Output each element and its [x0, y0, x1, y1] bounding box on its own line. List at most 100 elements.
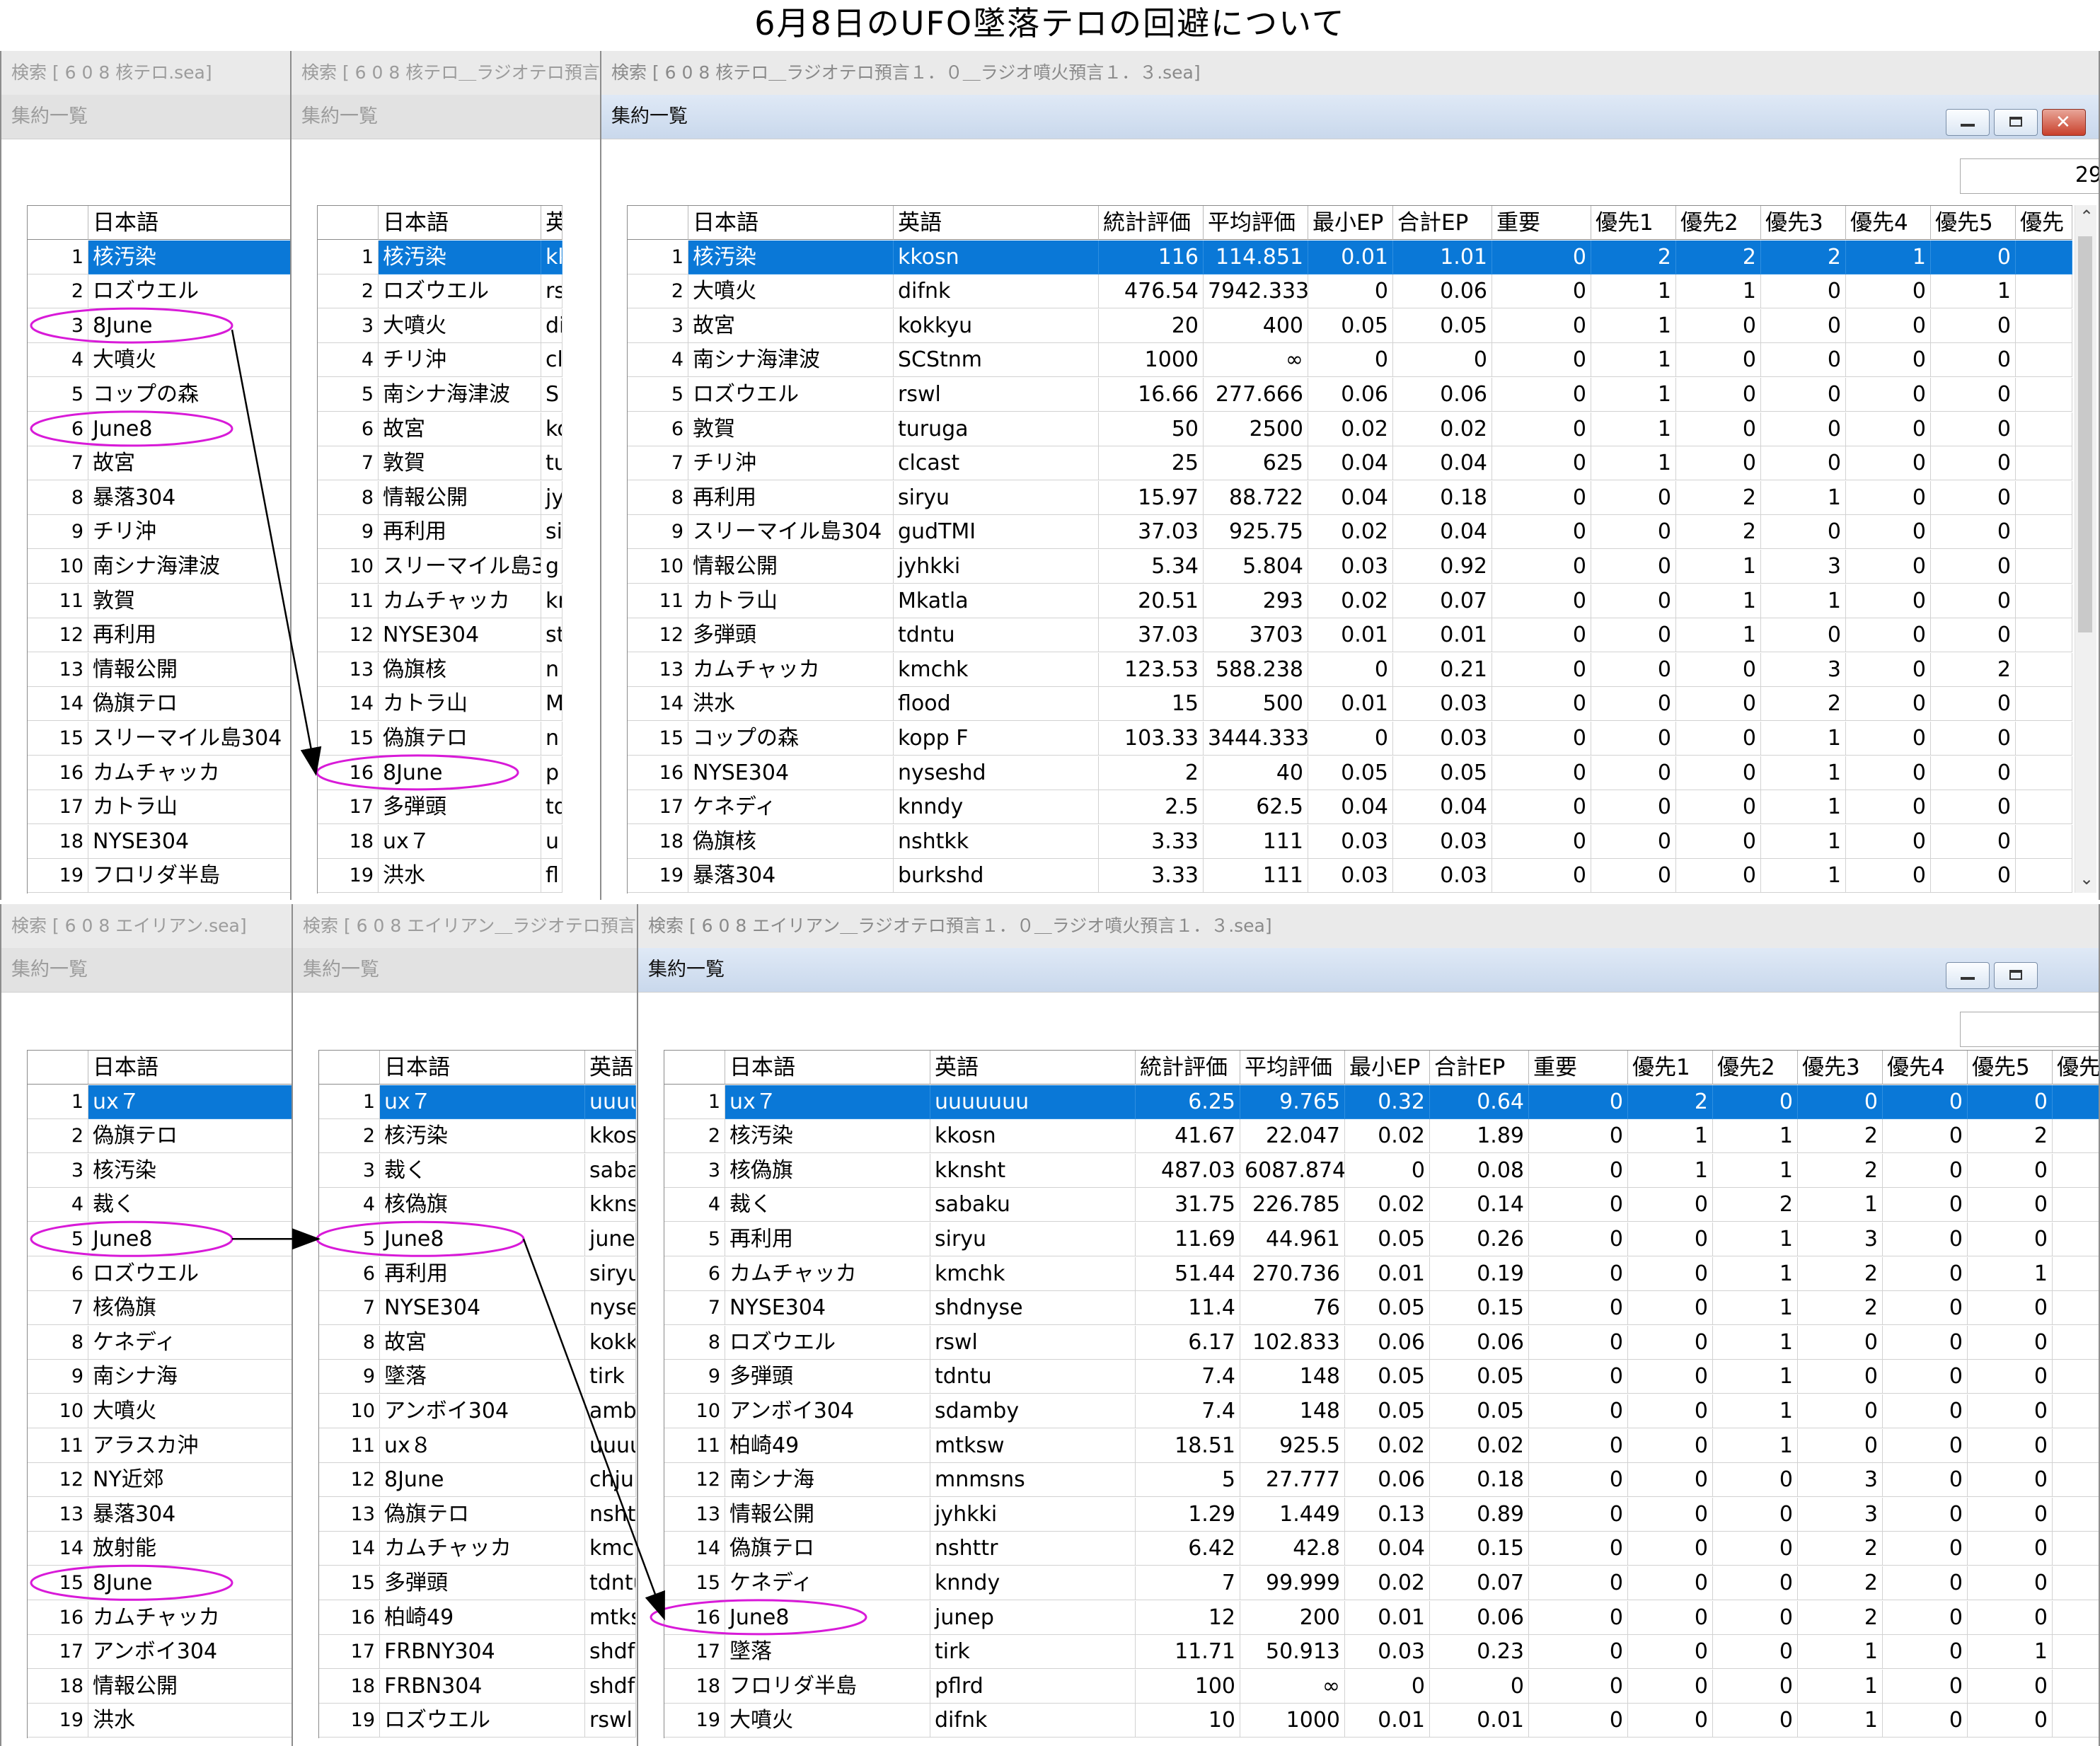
- maximize-button[interactable]: [1994, 962, 2038, 989]
- table-row[interactable]: 14 偽旗テロ nshttr 6.42 42.8 0.04 0.15 0 0 0 2 0 0: [664, 1532, 2099, 1566]
- table-row[interactable]: 5 南シナ海津波 S: [318, 378, 562, 412]
- column-header[interactable]: 重要: [1529, 1051, 1628, 1085]
- table-row[interactable]: 17 カトラ山: [28, 790, 290, 825]
- column-header[interactable]: 合計EP: [1393, 206, 1492, 240]
- table-row[interactable]: 1 核汚染 kkosn 116 114.851 0.01 1.01 0 2 2 2 1 0: [628, 240, 2072, 274]
- table-row[interactable]: 11 アラスカ沖: [28, 1428, 292, 1463]
- table-row[interactable]: 12 NY近郊: [28, 1463, 292, 1498]
- table-row[interactable]: 11 柏崎49 mtksw 18.51 925.5 0.02 0.02 0 0 1 0 0 0: [664, 1428, 2099, 1463]
- column-header[interactable]: 平均評価: [1240, 1051, 1345, 1085]
- column-header[interactable]: 統計評価: [1136, 1051, 1240, 1085]
- table-row[interactable]: 9 墜落 tirk: [319, 1360, 636, 1394]
- table-row[interactable]: 18FRBN304shdfr: [319, 1669, 636, 1704]
- result-count-field[interactable]: [1960, 1012, 2099, 1047]
- table-row[interactable]: 18 フロリダ半島 pflrd 100 ∞ 0 0 0 0 0 1 0 0: [664, 1669, 2099, 1704]
- table-row[interactable]: 1 ux７: [28, 1085, 292, 1119]
- table-row[interactable]: 6 カムチャッカ kmchk 51.44 270.736 0.01 0.19 0 0 1 2 0 1: [664, 1256, 2099, 1291]
- table-row[interactable]: 15 コップの森 kopp F 103.33 3444.333 0 0.03 0 0 0 1 0 0: [628, 722, 2072, 756]
- summary-table[interactable]: 日本語英1核汚染kk2ロズウエルrs3大噴火di4チリ沖cl5南シナ海津波S6故…: [317, 205, 562, 894]
- table-row[interactable]: 9 チリ沖: [28, 515, 290, 550]
- table-row[interactable]: 3 故宮 kokkyu 20 400 0.05 0.05 0 1 0 0 0 0: [628, 308, 2072, 343]
- column-header[interactable]: 日本語: [88, 206, 290, 240]
- window-tab-title[interactable]: 検索 [ 6 0 8 核テロ＿ラジオテロ預言１．０＿ラジオ噴火預言１．３.sea…: [292, 51, 600, 96]
- table-row[interactable]: 4核偽旗kknsh: [319, 1188, 636, 1222]
- table-row[interactable]: 13 情報公開 jyhkki 1.29 1.449 0.13 0.89 0 0 0 3 0 0: [664, 1497, 2099, 1532]
- table-row[interactable]: 19 暴落304 burkshd 3.33 111 0.03 0.03 0 0 0 1 0 0: [628, 859, 2072, 894]
- table-row[interactable]: 6 ロズウエル: [28, 1256, 292, 1291]
- table-row[interactable]: 17 アンボイ304: [28, 1635, 292, 1670]
- table-row[interactable]: 10 情報公開 jyhkki 5.34 5.804 0.03 0.92 0 0 1 3 0 0: [628, 550, 2072, 584]
- table-row[interactable]: 13 偽旗核 n: [318, 652, 562, 687]
- table-row[interactable]: 16 June8 junep 12 200 0.01 0.06 0 0 0 2 0 0: [664, 1600, 2099, 1635]
- table-row[interactable]: 16 8June p: [318, 756, 562, 790]
- table-row[interactable]: 18 偽旗核 nshtkk 3.33 111 0.03 0.03 0 0 0 1 0 0: [628, 824, 2072, 859]
- table-row[interactable]: 128Junechjun: [319, 1463, 636, 1498]
- table-row[interactable]: 4 チリ沖 cl: [318, 343, 562, 378]
- table-row[interactable]: 14カムチャッカkmch: [319, 1532, 636, 1566]
- column-header[interactable]: 日本語: [379, 206, 541, 240]
- table-row[interactable]: 7 故宮: [28, 446, 290, 481]
- table-row[interactable]: 5 ロズウエル rswl 16.66 277.666 0.06 0.06 0 1 0 0 0 0: [628, 378, 2072, 412]
- window-tab-title[interactable]: 検索 [ 6 0 8 エイリアン.sea]: [1, 904, 292, 949]
- minimize-button[interactable]: [1946, 962, 1990, 989]
- table-row[interactable]: 18 情報公開: [28, 1669, 292, 1704]
- window-tab-title[interactable]: 検索 [ 6 0 8 核テロ.sea]: [1, 51, 290, 96]
- table-row[interactable]: 18 NYSE304: [28, 824, 290, 859]
- table-row[interactable]: 9 南シナ海: [28, 1360, 292, 1394]
- table-row[interactable]: 5June8junep: [319, 1222, 636, 1256]
- window-tab-title[interactable]: 検索 [ 6 0 8 エイリアン＿ラジオテロ預言１．０＿ラジオ噴火預言１．３.s…: [638, 904, 2099, 949]
- column-header[interactable]: 重要: [1492, 206, 1591, 240]
- table-row[interactable]: 9 多弾頭 tdntu 7.4 148 0.05 0.05 0 0 1 0 0 0: [664, 1360, 2099, 1394]
- summary-table[interactable]: 日本語 英語 統計評価 平均評価 最小EP 合計EP 重要 優先1 優先2 優先3 優先4 優先5 優先…: [664, 1050, 2099, 1738]
- minimize-button[interactable]: [1946, 109, 1990, 136]
- table-row[interactable]: 13 カムチャッカ kmchk 123.53 588.238 0 0.21 0 0 0 3 0 2: [628, 652, 2072, 687]
- table-row[interactable]: 13 暴落304: [28, 1497, 292, 1532]
- table-row[interactable]: 9 スリーマイル島304 gudTMI 37.03 925.75 0.02 0.04 0 0 2 0…: [628, 515, 2072, 550]
- column-header[interactable]: 優先5: [1968, 1051, 2053, 1085]
- window-tl-a[interactable]: 検索 [ 6 0 8 核テロ.sea] 集約一覧 日本語 1 核汚染 2 ロズウエル 3 8Ju…: [0, 51, 292, 900]
- column-header[interactable]: 日本語: [380, 1051, 585, 1085]
- window-tab-title[interactable]: 検索 [ 6 0 8 核テロ＿ラジオテロ預言１．０＿ラジオ噴火預言１．３.sea…: [601, 51, 2099, 96]
- column-header[interactable]: 平均評価: [1204, 206, 1308, 240]
- table-row[interactable]: 16柏崎49mtksw: [319, 1600, 636, 1635]
- table-row[interactable]: 5 コップの森: [28, 378, 290, 412]
- table-row[interactable]: 2核汚染kkosn: [319, 1119, 636, 1154]
- table-row[interactable]: 6 敦賀 turuga 50 2500 0.02 0.02 0 1 0 0 0 0: [628, 412, 2072, 446]
- column-header[interactable]: 優先1: [1591, 206, 1676, 240]
- summary-table[interactable]: 日本語 英語 統計評価 平均評価 最小EP 合計EP 重要 優先1 優先2 優先3 優先4 優先5 優先…: [627, 205, 2072, 894]
- window-bl-c[interactable]: 検索 [ 6 0 8 エイリアン＿ラジオテロ預言１．０＿ラジオ噴火預言１．３.s…: [637, 904, 2100, 1746]
- column-header[interactable]: 優先5: [1931, 206, 2016, 240]
- table-row[interactable]: 15多弾頭tdntu: [319, 1566, 636, 1600]
- table-row[interactable]: 4 裁く sabaku 31.75 226.785 0.02 0.14 0 0 2 1 0 0: [664, 1188, 2099, 1222]
- summary-table[interactable]: 日本語 1 ux７ 2 偽旗テロ 3 核汚染 4 裁く 5 June8 6 ロズウエル 7 核偽旗 8 ケネディ…: [27, 1050, 292, 1738]
- table-row[interactable]: 15 偽旗テロ n: [318, 722, 562, 756]
- table-row[interactable]: 4 南シナ海津波 SCStnm 1000 ∞ 0 0 0 1 0 0 0 0: [628, 343, 2072, 378]
- maximize-button[interactable]: [1994, 109, 2038, 136]
- column-header[interactable]: 優先: [2016, 206, 2072, 240]
- table-row[interactable]: 8 再利用 siryu 15.97 88.722 0.04 0.18 0 0 2 1 0 0: [628, 480, 2072, 515]
- scrollbar-thumb[interactable]: [2078, 236, 2092, 632]
- table-row[interactable]: 2 核汚染 kkosn 41.67 22.047 0.02 1.89 0 1 1 2 0 2: [664, 1119, 2099, 1154]
- table-row[interactable]: 19 ロズウエル rswl: [319, 1704, 636, 1738]
- column-header[interactable]: 日本語: [688, 206, 894, 240]
- table-row[interactable]: 3 核汚染: [28, 1153, 292, 1188]
- table-row[interactable]: 4 大噴火: [28, 343, 290, 378]
- table-row[interactable]: 14 放射能: [28, 1532, 292, 1566]
- close-button[interactable]: ✕: [2042, 109, 2086, 136]
- window-tl-b[interactable]: 検索 [ 6 0 8 核テロ＿ラジオテロ預言１．０＿ラジオ噴火預言１．３.sea…: [290, 51, 601, 900]
- column-header[interactable]: 英語: [930, 1051, 1136, 1085]
- table-row[interactable]: 10アンボイ304amby: [319, 1394, 636, 1428]
- table-row[interactable]: 19 洪水 fl: [318, 859, 562, 894]
- column-header[interactable]: 日本語: [725, 1051, 930, 1085]
- table-row[interactable]: 8故宮kokky: [319, 1325, 636, 1360]
- table-row[interactable]: 2 大噴火 difnk 476.54 7942.333 0 0.06 0 1 1 0 0 1: [628, 274, 2072, 309]
- table-row[interactable]: 16 カムチャッカ: [28, 1600, 292, 1635]
- table-row[interactable]: 19 洪水: [28, 1704, 292, 1738]
- table-row[interactable]: 7 チリ沖 clcast 25 625 0.04 0.04 0 1 0 0 0 0: [628, 446, 2072, 481]
- table-row[interactable]: 17 墜落 tirk 11.71 50.913 0.03 0.23 0 0 0 1 0 1: [664, 1635, 2099, 1670]
- chevron-up-icon[interactable]: ⌃: [2079, 207, 2094, 226]
- result-count-field[interactable]: 29: [1960, 158, 2099, 194]
- column-header[interactable]: 優先3: [1761, 206, 1846, 240]
- table-row[interactable]: 14 偽旗テロ: [28, 687, 290, 722]
- table-row[interactable]: 18 ux７ u: [318, 824, 562, 859]
